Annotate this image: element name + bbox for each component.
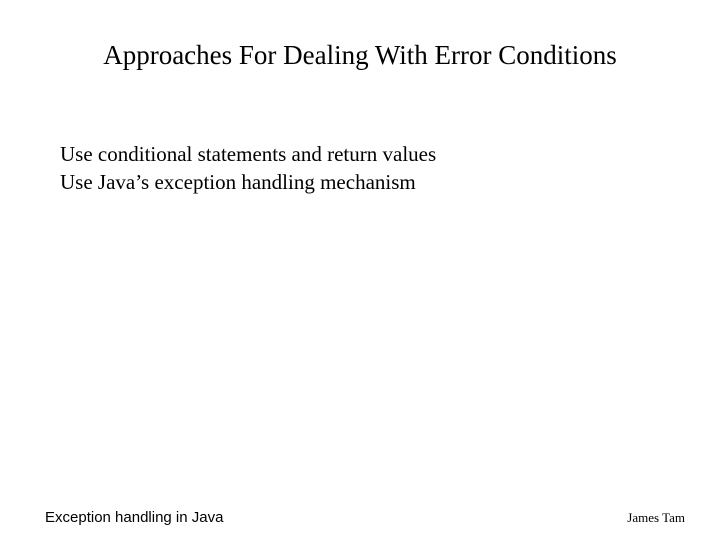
footer-left: Exception handling in Java	[45, 509, 223, 526]
slide: Approaches For Dealing With Error Condit…	[0, 0, 720, 540]
body-line-1: Use conditional statements and return va…	[60, 140, 680, 168]
slide-title: Approaches For Dealing With Error Condit…	[0, 40, 720, 71]
body-line-2: Use Java’s exception handling mechanism	[60, 168, 680, 196]
slide-body: Use conditional statements and return va…	[60, 140, 680, 197]
footer-right: James Tam	[627, 510, 685, 526]
